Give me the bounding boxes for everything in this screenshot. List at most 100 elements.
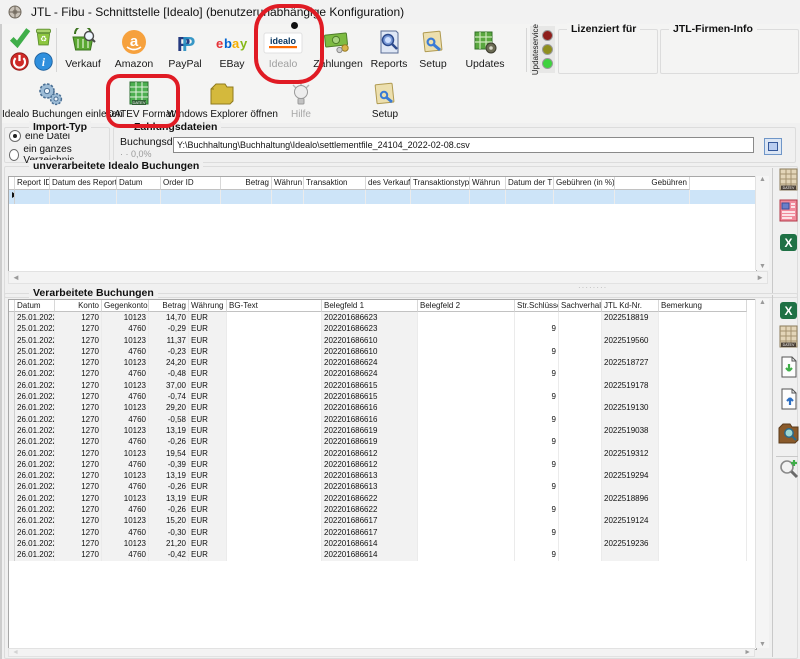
processed-update-row-button[interactable] [777, 390, 799, 412]
cell[interactable]: 1270 [55, 391, 102, 402]
cell[interactable]: 202201686622 [322, 504, 418, 515]
column-header[interactable]: Datum des Report [50, 177, 117, 190]
cell[interactable]: 2022519312 [602, 448, 659, 459]
processed-export-datev-button[interactable]: DATEV [777, 328, 799, 350]
cell[interactable]: EUR [189, 436, 227, 447]
cell[interactable] [602, 368, 659, 379]
table-row[interactable]: 26.01.202212704760-0,26EUR2022016866139 [9, 481, 756, 492]
table-row[interactable]: 26.01.202212704760-0,58EUR2022016866169 [9, 414, 756, 425]
cell[interactable] [418, 515, 515, 526]
cell[interactable]: EUR [189, 357, 227, 368]
cell[interactable]: 26.01.2022 [15, 549, 55, 560]
column-header[interactable]: Betrag [221, 177, 272, 190]
toolbar-item-amazon[interactable]: a Amazon [109, 26, 159, 74]
cell[interactable] [227, 346, 322, 357]
cell[interactable] [602, 323, 659, 334]
cell[interactable] [559, 493, 602, 504]
cell[interactable] [227, 549, 322, 560]
cell[interactable]: 10123 [102, 470, 149, 481]
cell[interactable]: 202201686612 [322, 448, 418, 459]
cell[interactable] [559, 448, 602, 459]
cell[interactable]: 26.01.2022 [15, 391, 55, 402]
cell[interactable] [227, 448, 322, 459]
column-header[interactable]: Bemerkung [659, 300, 747, 312]
cell[interactable] [659, 470, 747, 481]
cell[interactable] [418, 436, 515, 447]
cell[interactable]: 1270 [55, 470, 102, 481]
cell[interactable]: 4760 [102, 459, 149, 470]
cell[interactable]: 1270 [55, 346, 102, 357]
column-header[interactable]: Transaktionstyp [411, 177, 470, 190]
cell[interactable] [559, 335, 602, 346]
processed-folder-search-button[interactable] [777, 424, 799, 446]
cell[interactable] [418, 335, 515, 346]
table-row[interactable]: 26.01.202212704760-0,42EUR2022016866149 [9, 549, 756, 560]
cell[interactable] [470, 190, 506, 204]
cell[interactable]: 2022519236 [602, 538, 659, 549]
cell[interactable]: 10123 [102, 402, 149, 413]
column-header[interactable]: Gebühren (in %) [554, 177, 615, 190]
cell[interactable]: 202201686624 [322, 357, 418, 368]
recycle-bin-button[interactable]: ♻ [32, 28, 55, 51]
table-row[interactable]: 25.01.202212704760-0,29EUR2022016866239 [9, 323, 756, 334]
cell[interactable] [659, 346, 747, 357]
cell[interactable] [602, 346, 659, 357]
cell[interactable] [602, 549, 659, 560]
cell[interactable]: -0,30 [149, 527, 189, 538]
table-row[interactable]: 26.01.202212701012319,54EUR2022016866122… [9, 448, 756, 459]
cell[interactable]: EUR [189, 504, 227, 515]
cell[interactable] [559, 504, 602, 515]
cell[interactable] [559, 368, 602, 379]
cell[interactable]: 1270 [55, 425, 102, 436]
cell[interactable]: 37,00 [149, 380, 189, 391]
cell[interactable] [227, 493, 322, 504]
cell[interactable]: -0,74 [149, 391, 189, 402]
cell[interactable] [659, 549, 747, 560]
toolbar-item-setup[interactable]: Setup [408, 26, 458, 74]
cell[interactable] [559, 402, 602, 413]
cell[interactable]: 4760 [102, 323, 149, 334]
cell[interactable]: 9 [515, 549, 559, 560]
column-header[interactable]: Währun [470, 177, 506, 190]
cell[interactable] [559, 346, 602, 357]
column-header[interactable]: BG-Text [227, 300, 322, 312]
cell[interactable]: 2022519124 [602, 515, 659, 526]
cell[interactable] [418, 481, 515, 492]
table-row[interactable]: 26.01.202212701012313,19EUR2022016866222… [9, 493, 756, 504]
table-row[interactable]: 26.01.202212701012321,20EUR2022016866142… [9, 538, 756, 549]
zoom-in-button[interactable] [777, 460, 799, 482]
cell[interactable] [50, 190, 117, 204]
processed-import-row-button[interactable] [777, 358, 799, 380]
cell[interactable] [304, 190, 366, 204]
action-setup[interactable]: Setup [364, 79, 406, 121]
cell[interactable] [411, 190, 470, 204]
cell[interactable]: 202201686610 [322, 335, 418, 346]
cell[interactable]: 10123 [102, 515, 149, 526]
cell[interactable]: 13,19 [149, 470, 189, 481]
cell[interactable]: 4760 [102, 436, 149, 447]
cell[interactable] [659, 391, 747, 402]
cell[interactable]: 26.01.2022 [15, 425, 55, 436]
cell[interactable]: 10123 [102, 448, 149, 459]
action-datev-format[interactable]: DATEV DATEV Format [107, 79, 171, 121]
processed-export-excel-button[interactable]: X [777, 302, 799, 324]
cell[interactable] [659, 481, 747, 492]
cell[interactable] [559, 425, 602, 436]
cell[interactable] [515, 448, 559, 459]
table-row[interactable]: 26.01.202212704760-0,39EUR2022016866129 [9, 459, 756, 470]
cell[interactable]: 9 [515, 414, 559, 425]
cell[interactable]: -0,42 [149, 549, 189, 560]
cell[interactable] [227, 368, 322, 379]
cell[interactable]: 9 [515, 459, 559, 470]
cell[interactable]: 202201686613 [322, 470, 418, 481]
browse-file-button[interactable] [764, 138, 782, 155]
cell[interactable] [659, 527, 747, 538]
cell[interactable]: 202201686624 [322, 368, 418, 379]
column-header[interactable]: Datum [117, 177, 161, 190]
column-header[interactable]: Order ID [161, 177, 221, 190]
cell[interactable]: -0,58 [149, 414, 189, 425]
unprocessed-export-pdf-button[interactable] [777, 202, 799, 224]
cell[interactable] [161, 190, 221, 204]
cell[interactable]: 26.01.2022 [15, 527, 55, 538]
cell[interactable] [227, 335, 322, 346]
